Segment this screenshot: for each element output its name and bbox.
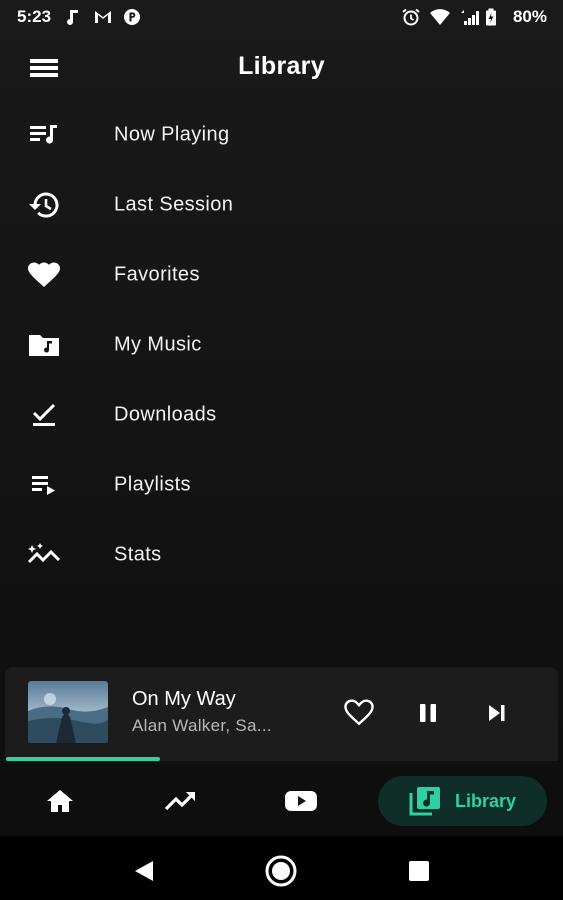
music-folder-icon [26,330,62,360]
playback-progress-fill [6,757,161,761]
music-note-icon [63,8,81,26]
nav-trending[interactable] [151,776,211,826]
system-recents-button[interactable] [402,854,436,888]
wifi-icon [429,8,450,26]
library-item-my-music[interactable]: My Music [0,310,563,380]
system-nav-bar [0,836,563,900]
library-item-label: Now Playing [114,123,230,146]
nav-library-label: Library [454,790,517,811]
library-item-label: Stats [114,543,162,566]
history-icon [26,190,62,220]
library-item-label: My Music [114,333,202,356]
nav-youtube[interactable] [271,776,331,826]
nav-library[interactable]: Library [378,776,547,826]
album-art[interactable] [28,681,108,743]
system-back-button[interactable] [127,854,161,888]
gmail-icon [93,8,112,26]
p-app-icon [123,8,141,26]
home-icon [47,790,73,812]
clock: 5:23 [17,7,52,26]
queue-music-icon [26,120,62,150]
library-item-stats[interactable]: Stats [0,520,563,590]
heart-icon [26,260,62,290]
library-item-label: Downloads [114,403,217,426]
playback-progress[interactable] [6,757,557,761]
download-done-icon [26,400,62,430]
library-item-label: Favorites [114,263,200,286]
recents-square-icon [409,861,429,881]
pause-button[interactable] [410,695,446,731]
skip-next-icon [489,705,505,721]
trending-icon [164,791,196,811]
stats-icon [26,540,62,570]
home-circle-icon [265,855,297,887]
library-item-last-session[interactable]: Last Session [0,170,563,240]
nav-home[interactable] [30,776,90,826]
page-title: Library [238,52,325,80]
bottom-nav: Library [0,768,563,834]
signal-icon [457,8,479,26]
system-home-button[interactable] [264,854,298,888]
library-item-playlists[interactable]: Playlists [0,450,563,520]
library-item-label: Playlists [114,473,191,496]
library-item-now-playing[interactable]: Now Playing [0,100,563,170]
playlist-play-icon [26,470,62,500]
battery-percent: 80% [512,7,547,26]
heart-outline-icon [344,699,374,726]
library-item-label: Last Session [114,193,234,216]
alarm-icon [401,8,420,26]
library-item-downloads[interactable]: Downloads [0,380,563,450]
pause-icon [420,704,436,722]
favorite-button[interactable] [341,695,377,731]
library-music-icon [409,787,440,816]
youtube-icon [285,791,317,811]
back-triangle-icon [135,861,153,881]
track-artist[interactable]: Alan Walker, Sa... [132,716,272,736]
battery-icon [485,8,503,26]
next-track-button[interactable] [479,695,515,731]
library-item-favorites[interactable]: Favorites [0,240,563,310]
status-bar: 5:23 80% [0,0,563,34]
track-title[interactable]: On My Way [132,688,236,711]
mini-player[interactable]: On My Way Alan Walker, Sa... [5,667,558,761]
app-header: Library [0,44,563,90]
